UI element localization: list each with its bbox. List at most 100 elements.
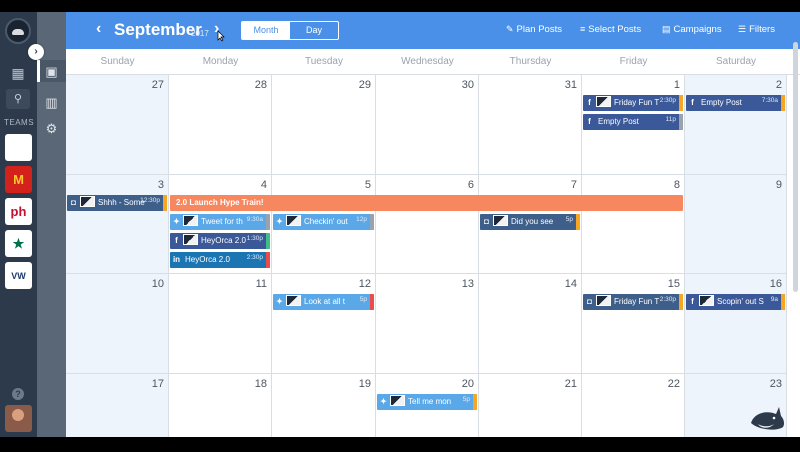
twitter-icon: ✦ [276,217,283,226]
calendar-icon: ▤ [662,24,671,34]
calendar-nav-icon[interactable]: ▣ [43,63,60,80]
day-cell[interactable]: 27 [66,75,169,175]
day-cell[interactable]: 13 [376,274,479,374]
facebook-icon: f [588,98,591,107]
volkswagen-logo-icon[interactable]: VW [5,262,32,289]
post-event[interactable]: f Friday Fun T 2:30p [583,95,683,111]
day-number: 23 [769,378,782,390]
instagram-icon: ◘ [71,198,76,207]
help-icon[interactable]: ? [12,388,24,400]
campaigns-button[interactable]: ▤ Campaigns [662,24,722,35]
secondary-sidebar: ▣ ▥ ⚙ [37,12,66,437]
plan-posts-button[interactable]: ✎ Plan Posts [506,24,562,35]
post-event[interactable]: f Scopin' out S 9a [686,294,785,310]
post-thumbnail [699,295,714,307]
search-icon[interactable]: ⚲ [6,89,30,109]
orca-mascot-icon [751,407,785,430]
post-time: 2:30p [659,296,676,303]
day-cell[interactable]: 3 [66,175,169,274]
day-cell[interactable]: 31 [479,75,582,175]
day-number: 17 [151,378,164,390]
day-cell[interactable]: 6 [376,175,479,274]
pizza-hut-logo-icon[interactable]: ph [5,198,32,225]
day-number: 3 [157,179,164,191]
day-number: 22 [667,378,680,390]
day-cell[interactable]: 19 [272,374,376,437]
post-event[interactable]: ◘ Friday Fun T 2:30p [583,294,683,310]
status-indicator [163,195,167,211]
post-time: 2:30p [246,254,263,261]
day-cell[interactable]: 12 [272,274,376,374]
post-title: Tweet for th [201,217,243,226]
post-event[interactable]: f Empty Post 7:30a [686,95,785,111]
library-icon[interactable]: ▥ [43,94,60,111]
starbucks-logo-icon[interactable]: ★ [5,230,32,257]
avatar[interactable] [5,405,32,432]
filter-icon: ☰ [738,24,747,34]
day-cell[interactable]: 2 [685,75,787,175]
post-title: Friday Fun T [614,297,660,306]
day-number: 2 [775,79,782,91]
facebook-icon: f [588,117,591,126]
day-number: 16 [769,278,782,290]
status-indicator [370,214,374,230]
weekday-label: Tuesday [305,56,343,67]
day-cell[interactable]: 8 [582,175,685,274]
day-cell[interactable]: 18 [169,374,272,437]
weekday-label: Wednesday [401,56,454,67]
day-number: 27 [151,79,164,91]
post-time: 5p [359,296,367,303]
settings-gear-icon[interactable]: ⚙ [43,120,60,137]
current-month: September [114,20,202,39]
post-time: 7:30a [761,97,778,104]
day-cell[interactable]: 28 [169,75,272,175]
apple-logo-icon[interactable] [5,134,32,161]
filters-button[interactable]: ☰ Filters [738,24,775,35]
mcdonalds-logo-icon[interactable]: M [5,166,32,193]
day-number: 8 [673,179,680,191]
scrollbar[interactable] [793,42,798,292]
app-frame: ▦ ⚲ TEAMS Mph ★ VW ? ▣ ▥ ⚙ › ‹ September 2… [0,12,800,437]
status-indicator [473,394,477,410]
post-thumbnail [596,96,611,108]
weekday-label: Thursday [509,56,552,67]
collapse-sidebar-button[interactable]: › [28,44,44,60]
post-event[interactable]: in HeyOrca 2.0 2:30p [170,252,270,268]
post-event[interactable]: ✦ Checkin' out 12p [273,214,374,230]
day-number: 20 [461,378,474,390]
day-cell[interactable]: 16 [685,274,787,374]
day-cell[interactable]: 15 [582,274,685,374]
orca-logo-icon[interactable] [5,18,31,44]
campaign-bar[interactable]: 2.0 Launch Hype Train! [170,195,683,211]
day-cell[interactable]: 14 [479,274,582,374]
tab-day[interactable]: Day [290,22,338,39]
dashboard-icon[interactable]: ▦ [9,64,27,82]
day-cell[interactable]: 17 [66,374,169,437]
tab-month[interactable]: Month [242,22,290,39]
post-title: Checkin' out [304,217,348,226]
day-cell[interactable]: 9 [685,175,787,274]
post-event[interactable]: ◘ Did you see 5p [480,214,580,230]
day-cell[interactable]: 10 [66,274,169,374]
day-cell[interactable]: 11 [169,274,272,374]
chevron-left-icon[interactable]: ‹ [96,20,101,38]
post-event[interactable]: ✦ Tweet for th 9:30a [170,214,270,230]
day-number: 1 [673,79,680,91]
post-title: Scopin' out S [717,297,764,306]
post-thumbnail [80,196,95,208]
post-event[interactable]: f HeyOrca 2.0 1:30p [170,233,270,249]
list-icon: ≡ [580,24,586,34]
day-cell[interactable]: 22 [582,374,685,437]
pencil-icon: ✎ [506,24,514,34]
status-indicator [781,95,785,111]
day-cell[interactable]: 21 [479,374,582,437]
post-event[interactable]: f Empty Post 11p [583,114,683,130]
select-posts-button[interactable]: ≡ Select Posts [580,24,641,35]
post-thumbnail [493,215,508,227]
post-event[interactable]: ◘ Shhh - Some 12:30p [67,195,167,211]
status-indicator [266,252,270,268]
post-event[interactable]: ✦ Look at all t 5p [273,294,374,310]
post-event[interactable]: ✦ Tell me mon 5p [377,394,477,410]
day-cell[interactable]: 29 [272,75,376,175]
day-cell[interactable]: 30 [376,75,479,175]
